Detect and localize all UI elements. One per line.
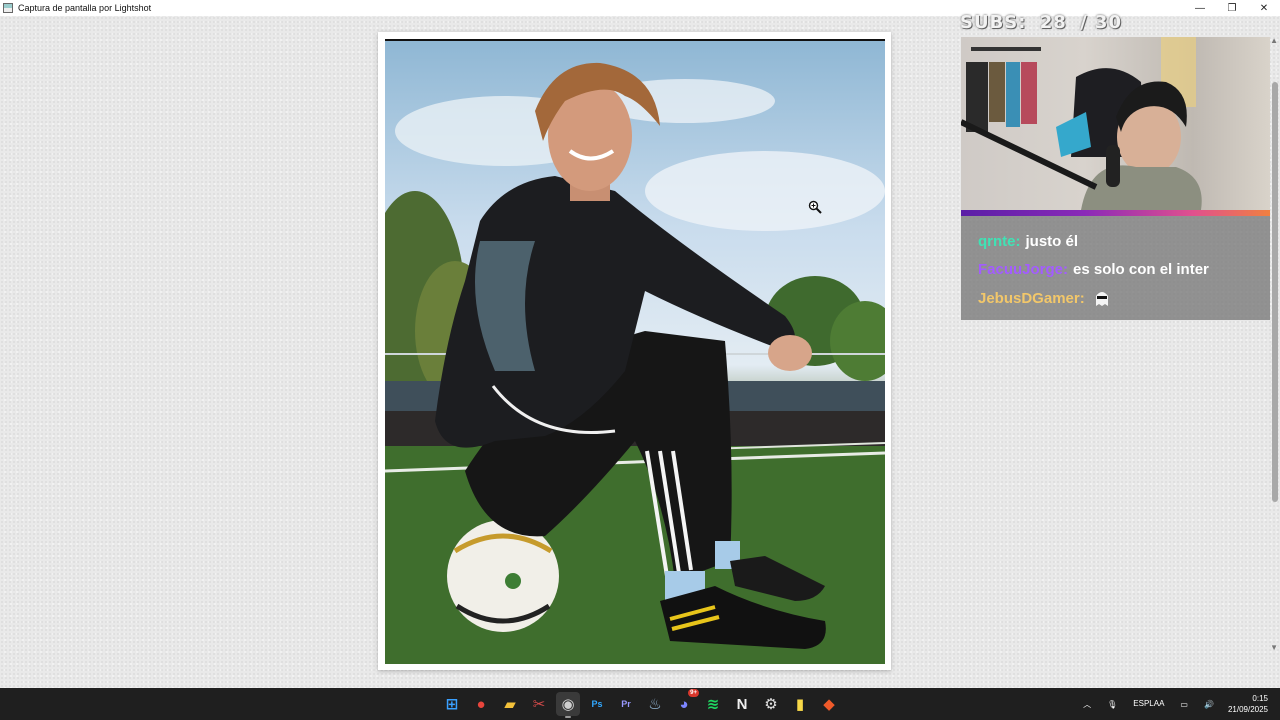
game-launcher-icon[interactable]: ◆: [817, 692, 841, 716]
file-explorer-icon[interactable]: ▰: [498, 692, 522, 716]
chat-username: FacuuJorge:: [978, 261, 1069, 279]
window-title: Captura de pantalla por Lightshot: [18, 3, 152, 13]
settings-icon-glyph: ⚙: [764, 696, 778, 713]
clock-date: 21/09/2025: [1227, 705, 1268, 714]
sticky-notes-icon[interactable]: ▮: [788, 692, 812, 716]
notion-icon-glyph: N: [736, 695, 748, 713]
sunglasses-ghost-emote-icon: [1092, 288, 1112, 308]
start-button[interactable]: ⊞: [440, 692, 464, 716]
steam-icon[interactable]: ♨: [643, 692, 667, 716]
premiere-icon[interactable]: Pr: [614, 692, 638, 716]
snipping-tool-icon-glyph: ✂: [532, 696, 546, 713]
sticky-notes-icon-glyph: ▮: [795, 696, 805, 713]
scroll-down-arrow-icon[interactable]: ▼: [1270, 643, 1278, 652]
steam-icon-glyph: ♨: [648, 696, 662, 713]
taskbar-apps: ⊞ ● ▰ ✂ ◉ Ps Pr ♨ ◕ 9+ ≋ N ⚙ ▮ ◆: [440, 689, 841, 718]
chat-overlay: qrnte: justo él FacuuJorge: es solo con …: [961, 216, 1270, 320]
chat-text: justo él: [1025, 232, 1079, 250]
discord-icon-glyph: ◕: [679, 695, 689, 713]
keyboard-layout: LAA: [1149, 699, 1165, 708]
subs-goal: / 30: [1080, 12, 1122, 33]
windows-taskbar: ⊞ ● ▰ ✂ ◉ Ps Pr ♨ ◕ 9+ ≋ N ⚙ ▮ ◆ ︿ 🎙 ESP LAA ▭ 🔊 0:15 …: [0, 688, 1280, 720]
football-player-photo[interactable]: [385, 39, 885, 664]
photoshop-icon[interactable]: Ps: [585, 692, 609, 716]
subs-current: 28: [1039, 12, 1067, 33]
maximize-button[interactable]: ❐: [1216, 0, 1248, 16]
language-code: ESP: [1133, 699, 1150, 708]
subs-goal-counter: SUBS: 28 / 30: [960, 12, 1128, 36]
chat-message: JebusDGamer:: [978, 284, 1270, 313]
chrome-icon[interactable]: ●: [469, 692, 493, 716]
lightshot-app-icon: [3, 3, 13, 13]
scroll-up-arrow-icon[interactable]: ▲: [1270, 36, 1278, 45]
microphone-icon[interactable]: 🎙: [1107, 700, 1117, 709]
chat-username: qrnte:: [978, 232, 1021, 250]
chat-message: qrnte: justo él: [978, 227, 1270, 256]
network-icon[interactable]: ▭: [1180, 700, 1188, 709]
clock-time: 0:15: [1252, 694, 1268, 703]
file-explorer-icon-glyph: ▰: [504, 696, 516, 713]
chat-username: JebusDGamer:: [978, 289, 1085, 307]
start-button-glyph: ⊞: [445, 696, 459, 713]
game-launcher-icon-glyph: ◆: [823, 696, 835, 713]
obs-icon-glyph: ◉: [561, 696, 575, 713]
zoom-in-cursor-icon: [808, 200, 822, 214]
snipping-tool-icon[interactable]: ✂: [527, 692, 551, 716]
chat-message: FacuuJorge: es solo con el inter: [978, 256, 1270, 285]
streamer-webcam: [961, 37, 1270, 210]
close-button[interactable]: ✕: [1248, 0, 1280, 16]
vertical-scrollbar-thumb[interactable]: [1272, 82, 1278, 502]
spotify-icon-glyph: ≋: [706, 696, 720, 713]
minimize-button[interactable]: —: [1184, 0, 1216, 16]
spotify-icon[interactable]: ≋: [701, 692, 725, 716]
screenshot-image-frame: [378, 32, 891, 670]
notification-badge: 9+: [688, 689, 699, 697]
subs-label: SUBS:: [960, 12, 1027, 33]
notion-icon[interactable]: N: [730, 692, 754, 716]
system-tray: ︿ 🎙 ESP LAA ▭ 🔊 0:15 21/09/2025: [1075, 688, 1280, 720]
discord-icon[interactable]: ◕ 9+: [672, 689, 699, 716]
taskbar-clock[interactable]: 0:15 21/09/2025: [1228, 693, 1268, 715]
settings-icon[interactable]: ⚙: [759, 692, 783, 716]
premiere-icon-glyph: Pr: [621, 699, 631, 709]
obs-icon[interactable]: ◉: [556, 692, 580, 718]
language-indicator[interactable]: ESP LAA: [1133, 699, 1164, 709]
chat-text: es solo con el inter: [1073, 261, 1209, 279]
show-hidden-icons-chevron-icon[interactable]: ︿: [1083, 699, 1091, 710]
photoshop-icon-glyph: Ps: [591, 699, 603, 709]
chrome-icon-glyph: ●: [476, 695, 486, 713]
volume-icon[interactable]: 🔊: [1204, 700, 1214, 709]
